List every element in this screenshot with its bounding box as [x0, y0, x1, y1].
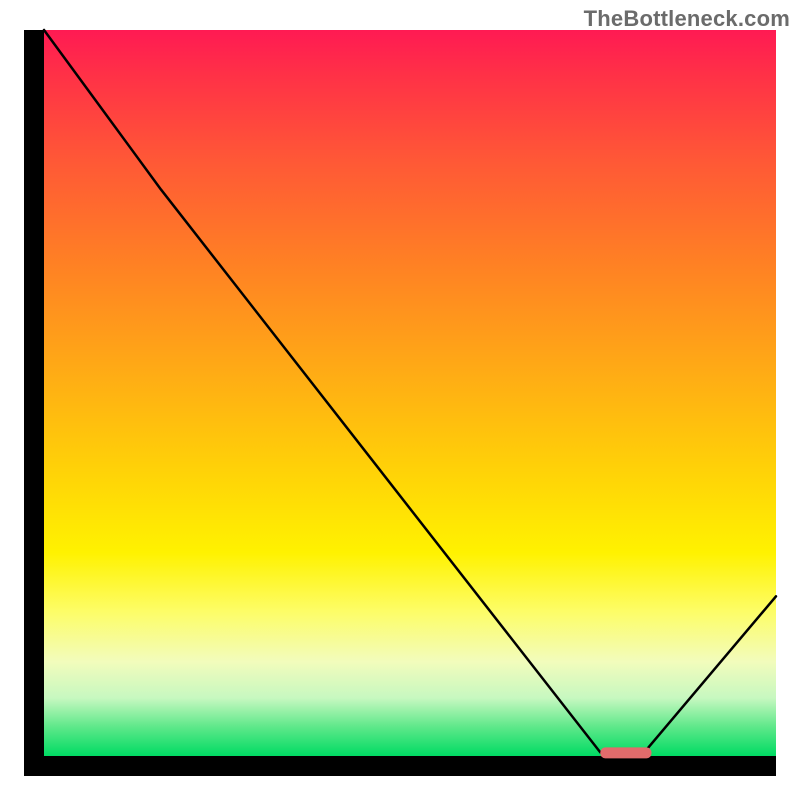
plot-svg: [44, 30, 776, 756]
figure-root: TheBottleneck.com: [0, 0, 800, 800]
plot-heatmap-background: [44, 30, 776, 756]
bottleneck-curve: [44, 30, 776, 752]
optimum-marker: [600, 747, 651, 758]
plot-axes-frame: [24, 30, 776, 776]
watermark-text: TheBottleneck.com: [584, 6, 790, 32]
